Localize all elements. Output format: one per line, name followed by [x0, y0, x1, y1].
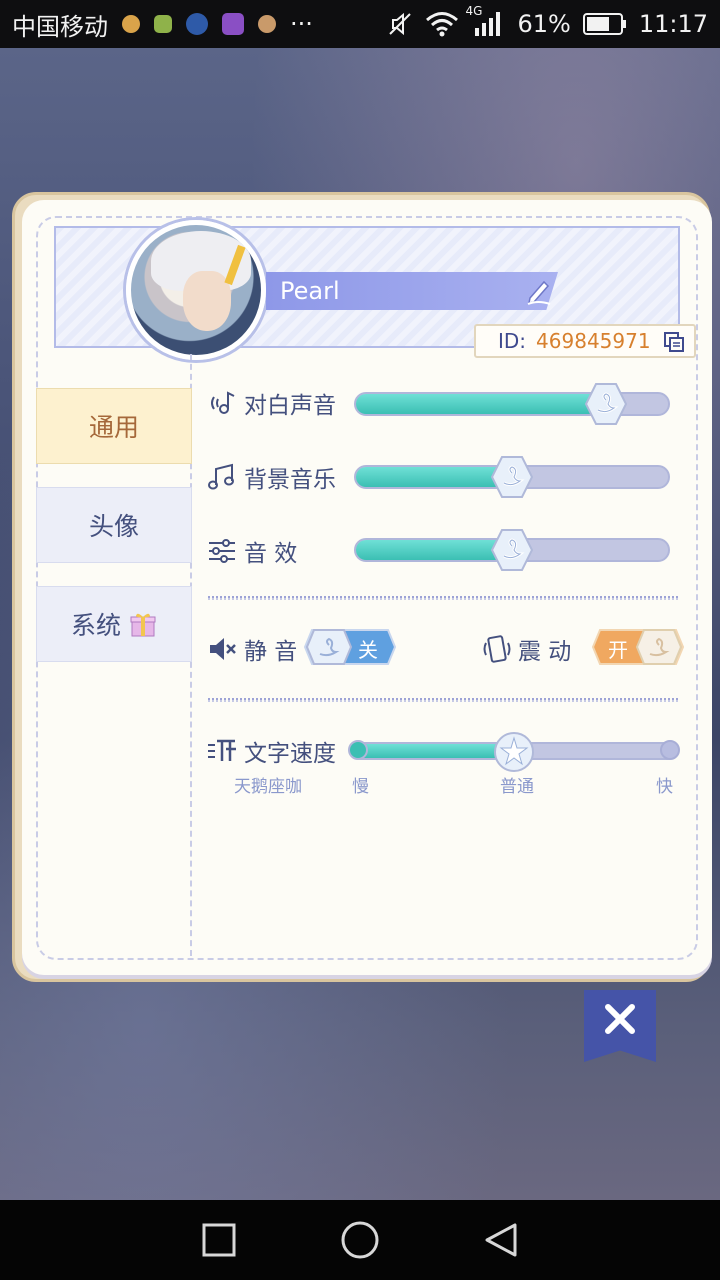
- close-icon: [605, 1004, 635, 1034]
- home-icon[interactable]: [340, 1220, 380, 1260]
- speed-normal-label: 普通: [500, 777, 534, 797]
- bgm-volume-slider[interactable]: [354, 456, 670, 498]
- equalizer-icon: [209, 539, 235, 563]
- battery-icon: [582, 13, 626, 35]
- pencil-icon[interactable]: [524, 276, 554, 306]
- mute-state: 关: [358, 638, 378, 662]
- text-speed-slider[interactable]: [348, 732, 680, 772]
- gift-icon: [130, 613, 156, 637]
- bgm-volume-label: 背景音乐: [206, 460, 336, 494]
- star-slider-knob[interactable]: [492, 730, 536, 774]
- carrier-name: 中国移动: [12, 12, 108, 41]
- profile-header: Pearl ID: 469845971: [54, 220, 696, 360]
- battery-percent: 61%: [517, 10, 571, 38]
- recent-apps-icon[interactable]: [201, 1222, 237, 1258]
- clock: 11:17: [638, 10, 708, 38]
- mute-status-icon: [389, 12, 412, 36]
- swan-slider-knob[interactable]: [490, 455, 534, 499]
- bgm-volume-fill: [356, 467, 512, 487]
- speed-slow-label: 慢: [352, 777, 369, 797]
- dialogue-volume-label: 对白声音: [206, 386, 336, 420]
- back-icon[interactable]: [483, 1222, 519, 1258]
- vibration-label: 震 动: [480, 632, 571, 666]
- wifi-icon: [426, 12, 459, 37]
- id-value: 469845971: [536, 329, 651, 353]
- dialogue-volume-slider[interactable]: [354, 383, 670, 425]
- copy-icon[interactable]: [662, 330, 686, 354]
- text-speed-label: 文字速度: [206, 734, 336, 768]
- tab-system-label: 系统: [70, 611, 121, 640]
- sfx-volume-label: 音 效: [206, 534, 297, 568]
- vibration-state: 开: [608, 638, 628, 662]
- slider-end-dot: [660, 740, 680, 760]
- tab-general[interactable]: 通用: [36, 388, 192, 464]
- more-notifications-icon: ···: [290, 10, 313, 38]
- signal-icon: 4G: [465, 4, 505, 38]
- slider-start-dot: [348, 740, 368, 760]
- vibrate-phone-icon: [483, 635, 511, 663]
- swan-slider-knob[interactable]: [490, 528, 534, 572]
- swan-slider-knob[interactable]: [584, 382, 628, 426]
- section-divider: [208, 596, 678, 600]
- text-speed-fill: [354, 744, 514, 758]
- app-notification-icon: [186, 13, 208, 35]
- id-label: ID:: [498, 329, 527, 353]
- app-notification-icon: [222, 13, 244, 35]
- section-divider: [208, 698, 678, 702]
- avatar[interactable]: [126, 220, 266, 360]
- dialogue-volume-fill: [356, 394, 606, 414]
- app-notification-icon: [258, 15, 276, 33]
- navigation-bar: [0, 1200, 720, 1280]
- dialogue-sound-icon: [211, 391, 235, 414]
- music-note-icon: [208, 463, 234, 490]
- mute-label: 静 音: [206, 632, 297, 666]
- settings-panel: Pearl ID: 469845971 通用 头像 系统 对白声音 背景音乐 音…: [22, 200, 712, 975]
- speed-fast-label: 快: [656, 777, 673, 797]
- text-speed-sample: 天鹅座咖: [234, 777, 302, 797]
- speaker-muted-icon: [210, 638, 236, 660]
- player-id-box: ID: 469845971: [474, 324, 696, 358]
- player-name: Pearl: [266, 272, 558, 310]
- text-size-icon: [208, 739, 236, 761]
- mute-toggle[interactable]: 关: [304, 628, 396, 666]
- sfx-volume-fill: [356, 540, 512, 560]
- app-notification-icon: [154, 15, 172, 33]
- tab-system[interactable]: 系统: [36, 586, 192, 662]
- vibration-toggle[interactable]: 开: [592, 628, 684, 666]
- app-notification-icon: [122, 15, 140, 33]
- tab-general-label: 通用: [88, 413, 139, 442]
- sfx-volume-slider[interactable]: [354, 529, 670, 571]
- tab-avatar[interactable]: 头像: [36, 487, 192, 563]
- tab-avatar-label: 头像: [88, 512, 139, 541]
- status-bar: 中国移动 ··· 4G 61% 11:17: [0, 0, 720, 48]
